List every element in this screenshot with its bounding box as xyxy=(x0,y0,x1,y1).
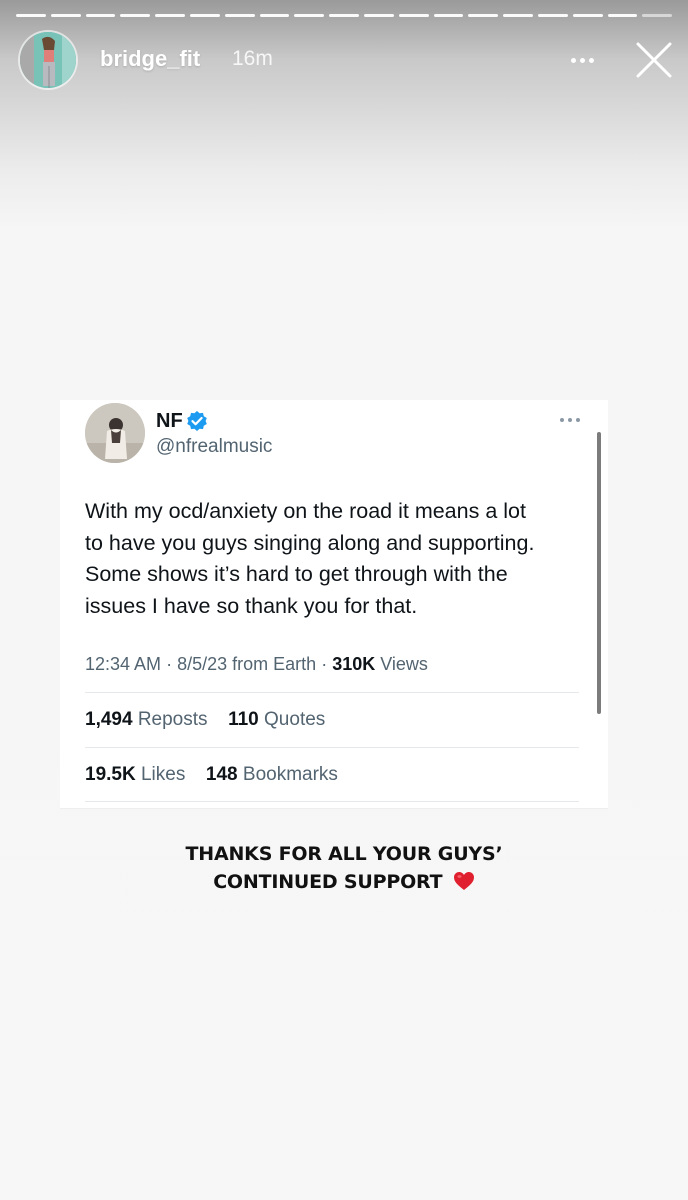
progress-segment xyxy=(16,14,46,17)
progress-segment xyxy=(294,14,325,17)
tweet-screenshot: NF @nfrealmusic With my ocd/anxiety on t… xyxy=(60,400,608,809)
story-progress-bar xyxy=(16,14,673,17)
tweet-text: With my ocd/anxiety on the road it means… xyxy=(85,496,585,622)
verified-badge-icon xyxy=(187,411,207,431)
caption-line: THANKS FOR ALL YOUR GUYS’ xyxy=(185,843,503,865)
progress-segment xyxy=(259,14,290,17)
tweet-date: 8/5/23 xyxy=(177,654,228,674)
heart-icon xyxy=(453,872,474,890)
close-button[interactable] xyxy=(634,40,674,80)
progress-segment xyxy=(642,14,673,17)
progress-segment xyxy=(503,14,533,17)
tweet-views-label: Views xyxy=(380,654,428,674)
more-horizontal-icon xyxy=(571,58,576,63)
progress-segment xyxy=(155,14,185,17)
tweet-avatar xyxy=(85,403,145,463)
progress-segment xyxy=(572,14,603,17)
tweet-text-line: Some shows it’s hard to get through with… xyxy=(85,562,508,586)
progress-segment xyxy=(468,14,499,17)
bookmarks-label: Bookmarks xyxy=(242,764,338,785)
divider xyxy=(85,801,579,802)
more-options-button[interactable] xyxy=(565,48,601,72)
tweet-text-line: to have you guys singing along and suppo… xyxy=(85,530,535,555)
scrollbar[interactable] xyxy=(597,432,601,714)
divider xyxy=(85,692,579,693)
progress-segment xyxy=(537,14,568,17)
story-time: 16m xyxy=(232,47,273,70)
story-header: bridge_fit 16m xyxy=(20,32,672,88)
tweet-meta: 12:34 AM · 8/5/23 from Earth · 310K View… xyxy=(85,654,428,674)
progress-segment xyxy=(363,14,394,17)
story-username[interactable]: bridge_fit xyxy=(100,46,200,72)
divider xyxy=(85,747,579,748)
caption-line: CONTINUED SUPPORT xyxy=(213,871,443,893)
progress-segment xyxy=(329,14,359,17)
tweet-views-count: 310K xyxy=(332,654,376,674)
quotes-count: 110 xyxy=(228,709,259,730)
bookmarks-count: 148 xyxy=(205,764,238,785)
tweet-source: from Earth xyxy=(232,654,317,674)
reposts-count: 1,494 xyxy=(85,709,133,730)
likes-count: 19.5K xyxy=(85,764,136,785)
tweet-text-line: issues I have so thank you for that. xyxy=(85,593,418,618)
tweet-time: 12:34 AM xyxy=(85,654,162,674)
tweet-author-name: NF xyxy=(156,410,183,432)
progress-segment xyxy=(50,14,81,17)
progress-segment xyxy=(120,14,151,17)
progress-segment xyxy=(398,14,429,17)
close-icon xyxy=(636,42,672,78)
story-view: bridge_fit 16m NF @nfrealmusic With my o… xyxy=(0,0,688,1200)
story-caption: THANKS FOR ALL YOUR GUYS’ CONTINUED SUPP… xyxy=(0,840,688,896)
likes-label: Likes xyxy=(140,764,186,785)
reposts-label: Reposts xyxy=(137,709,208,730)
tweet-stats-likes-row: 19.5K Likes 148 Bookmarks xyxy=(85,764,338,786)
progress-segment xyxy=(189,14,220,17)
quotes-label: Quotes xyxy=(264,709,326,730)
progress-segment xyxy=(224,14,255,17)
tweet-stats-reposts-row: 1,494 Reposts 110 Quotes xyxy=(85,709,325,731)
tweet-more-icon xyxy=(558,414,582,426)
progress-segment xyxy=(433,14,464,17)
progress-segment xyxy=(85,14,116,17)
tweet-text-line: With my ocd/anxiety on the road it means… xyxy=(85,499,526,523)
avatar[interactable] xyxy=(20,32,76,88)
progress-segment xyxy=(607,14,638,17)
tweet-author-handle: @nfrealmusic xyxy=(156,436,273,457)
